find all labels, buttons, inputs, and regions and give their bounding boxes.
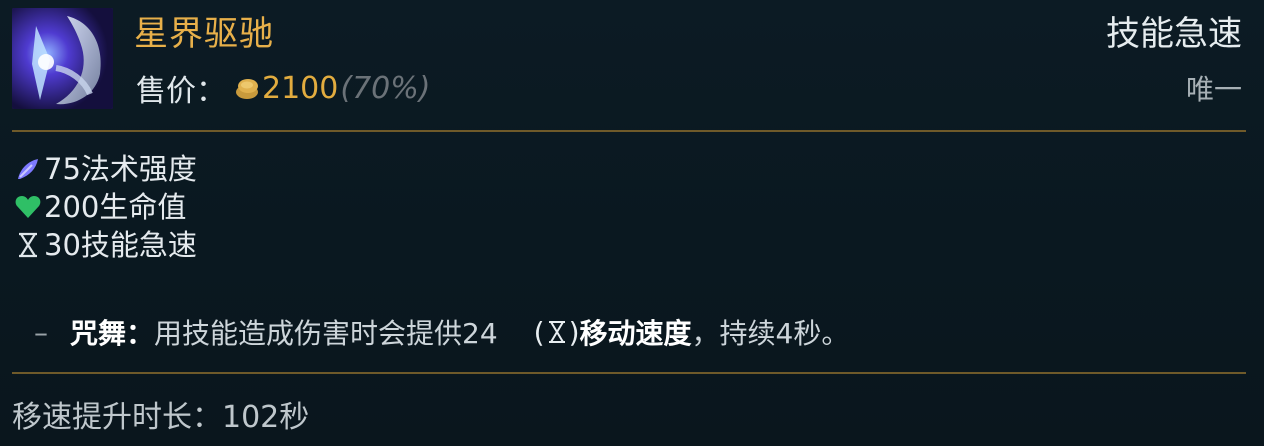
stats-list: 75法术强度 200生命值 30技能急速 [14,150,197,264]
health-heart-icon [15,196,41,218]
item-tooltip: 星界驱驰 售价： 2100 (70%) 技能急速 唯一 75法术强度 200生命… [0,0,1264,446]
paren-open: ( [533,315,545,349]
stat-text: 200生命值 [44,190,187,224]
divider-bottom [12,372,1246,374]
ability-power-icon [18,159,38,179]
price-row: 售价： 2100 (70%) [136,66,430,110]
gold-coin-icon [236,79,258,99]
item-tag: 技能急速 [1106,14,1242,54]
price-label: 售价： [136,74,226,109]
stat-ability-power: 75法术强度 [14,150,197,188]
paren-close: ) [568,315,580,349]
item-icon[interactable] [12,8,113,109]
unique-label: 唯一 [1185,73,1242,106]
passive-text: 用技能造成伤害时会提供24 [154,317,498,350]
sell-percentage: (70%) [340,70,431,106]
stat-text: 75法术强度 [44,152,197,186]
item-name: 星界驱驰 [134,14,274,54]
stat-ability-haste: 30技能急速 [14,226,197,264]
stat-text: 30技能急速 [44,228,197,262]
passive-dash: – [34,315,48,349]
hourglass-icon [548,321,565,343]
move-speed-keyword: 移动速度 [579,317,692,350]
passive-tail: ，持续4秒。 [691,317,850,350]
cosmic-drive-icon [12,8,113,109]
footer-note: 移速提升时长：102秒 [12,400,310,435]
divider-top [12,130,1246,132]
hourglass-icon [19,232,37,258]
passive-description: – 咒舞： 用技能造成伤害时会提供24 ( ) 移动速度 ，持续4秒。 [34,312,849,352]
price-value: 2100 [262,70,339,106]
stat-health: 200生命值 [14,188,197,226]
passive-name: 咒舞： [70,317,155,350]
